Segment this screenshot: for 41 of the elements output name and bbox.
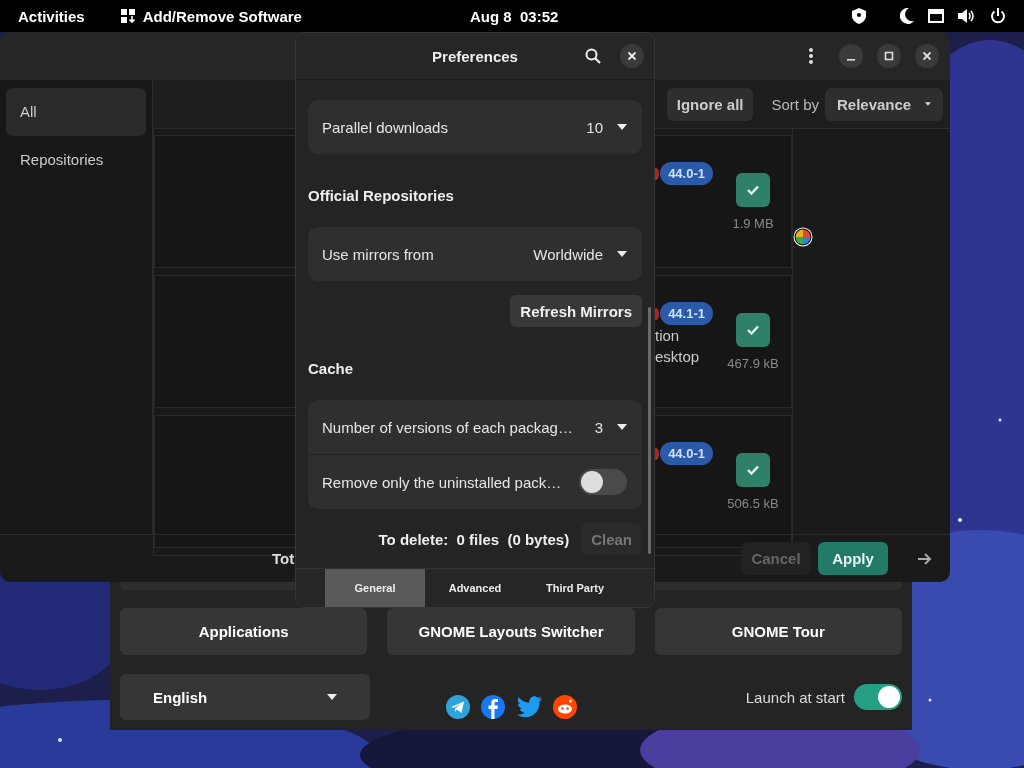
to-delete-summary: To delete: 0 files (0 bytes) [378,530,570,548]
row-value: 10 [586,118,603,136]
package-description: esktop [655,347,701,367]
row-value: Worldwide [533,245,603,263]
section-heading: Official Repositories [308,186,455,206]
launch-label: Launch at start [745,688,845,706]
sidebar-item[interactable]: Repositories [6,136,146,184]
app-button[interactable]: GNOME Tour [654,608,902,655]
package-description: tion [655,326,681,346]
version-badge: 44.0-1 [660,442,713,465]
row-value: 3 [594,418,603,436]
section-heading: Cache [308,359,355,379]
apply-button[interactable]: Apply [818,542,888,575]
clock[interactable]: Aug 8 03:52 [470,7,559,25]
row-label: Number of versions of each packag… [322,418,574,436]
version-badge: 44.1-1 [660,302,713,325]
row-label: Remove only the uninstalled pack… [322,473,563,491]
parallel-downloads-row[interactable]: Parallel downloads 10 [308,100,642,154]
tab[interactable]: General [325,569,425,607]
app-menu-button[interactable]: Add/Remove Software [142,7,302,25]
row-label: Parallel downloads [322,118,449,136]
sidebar-item[interactable]: All [6,88,146,136]
version-badge: 44.0-1 [660,162,713,185]
total-label: Tot [272,550,295,567]
versions-row[interactable]: Number of versions of each packag… 3 [308,400,642,454]
package-size: 467.9 kB [727,356,779,371]
app-button[interactable]: Applications [120,608,368,655]
mirrors-row[interactable]: Use mirrors from Worldwide [308,227,642,281]
language-dropdown[interactable]: English [120,674,370,720]
sort-dropdown[interactable]: Relevance [825,87,943,121]
package-size: 1.9 MB [732,216,774,231]
app-button[interactable]: GNOME Layouts Switcher [387,608,635,655]
sort-label: Sort by [771,95,819,113]
row-label: Use mirrors from [322,245,435,263]
refresh-mirrors-button[interactable]: Refresh Mirrors [510,295,642,327]
activities-button[interactable]: Activities [18,7,85,25]
dialog-title: Preferences [432,47,518,65]
tab[interactable]: Advanced [425,569,525,607]
ignore-all-button[interactable]: Ignore all [666,87,754,121]
tab[interactable]: Third Party [525,569,625,607]
package-size: 506.5 kB [727,496,779,511]
